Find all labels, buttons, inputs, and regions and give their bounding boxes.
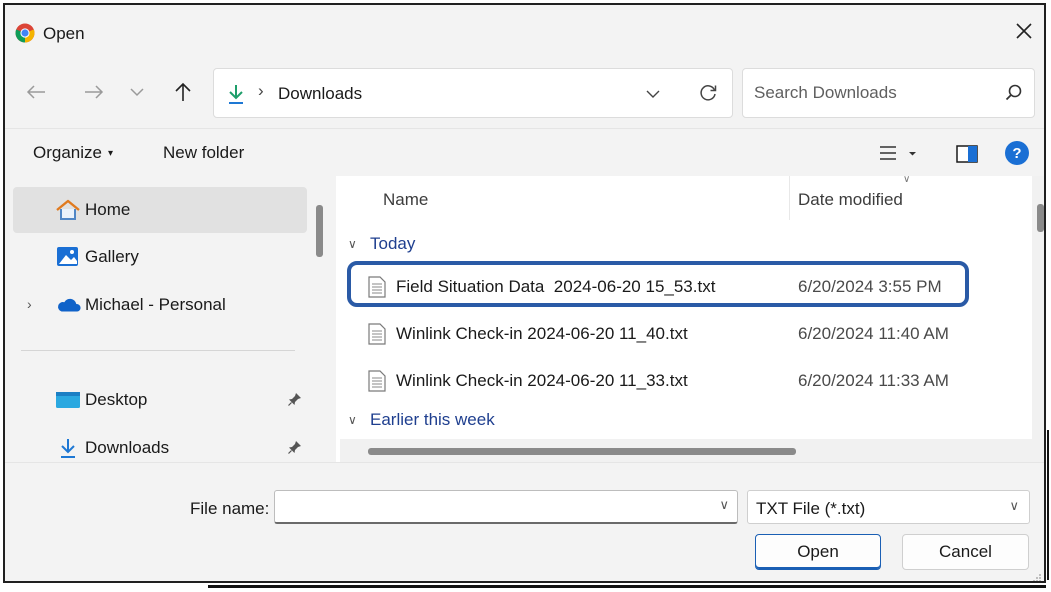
horizontal-scrollbar-thumb[interactable] (368, 448, 796, 455)
forward-button[interactable] (81, 79, 107, 105)
address-bar[interactable]: › Downloads (213, 68, 733, 118)
file-name: Winlink Check-in 2024-06-20 11_40.txt (396, 324, 688, 343)
horizontal-scrollbar[interactable] (340, 439, 1032, 462)
breadcrumb-downloads[interactable]: Downloads (278, 84, 362, 104)
arrow-left-icon (26, 85, 45, 99)
file-row[interactable]: Winlink Check-in 2024-06-20 11_40.txt 6/… (348, 311, 976, 355)
group-header-today[interactable]: ∨ Today (348, 234, 415, 254)
sidebar-item-label: Desktop (85, 390, 148, 409)
organize-label: Organize (33, 143, 102, 162)
vertical-scrollbar[interactable] (1032, 176, 1044, 462)
text-file-icon (368, 323, 386, 345)
breadcrumb-separator: › (258, 81, 264, 100)
list-view-icon (880, 146, 896, 160)
sort-indicator-icon: ∨ (903, 176, 911, 185)
preview-pane-icon (956, 145, 978, 163)
sidebar-item-label: Downloads (85, 438, 170, 457)
search-icon[interactable] (1004, 83, 1024, 103)
up-button[interactable] (170, 79, 196, 105)
onedrive-cloud-icon (55, 294, 81, 316)
recent-locations-button[interactable] (124, 79, 150, 105)
file-name-combobox: ∨ (274, 490, 738, 524)
pin-icon[interactable] (287, 391, 303, 407)
file-date-modified: 6/20/2024 11:40 AM (798, 324, 949, 343)
group-label: Earlier this week (370, 410, 495, 429)
sidebar-item-downloads[interactable]: Downloads (13, 425, 307, 462)
column-separator[interactable] (789, 176, 790, 220)
group-collapse-chevron-icon: ∨ (348, 237, 357, 251)
search-input[interactable] (744, 70, 984, 116)
organize-menu[interactable]: Organize ▾ (33, 143, 113, 163)
preview-pane-button[interactable] (955, 143, 979, 165)
download-icon (55, 437, 81, 459)
file-date-modified: 6/20/2024 11:33 AM (798, 371, 949, 390)
open-button[interactable]: Open (755, 534, 881, 570)
dialog-shadow-right (1047, 430, 1049, 580)
dialog-shadow-bottom (208, 585, 1046, 588)
chrome-app-icon (15, 23, 35, 43)
navigation-pane: Home Gallery › Michael - Personal Deskto… (5, 176, 331, 462)
file-type-select[interactable]: TXT File (*.txt) ∨ (747, 490, 1030, 524)
file-row[interactable]: Winlink Check-in 2024-06-20 11_33.txt 6/… (348, 358, 976, 402)
desktop-folder-icon (55, 389, 81, 411)
sidebar-divider (21, 350, 295, 351)
file-name-label: File name: (190, 499, 270, 518)
close-button[interactable] (1010, 17, 1038, 45)
file-name: Winlink Check-in 2024-06-20 11_33.txt (396, 371, 688, 390)
arrow-up-icon (175, 82, 191, 101)
sidebar-item-home[interactable]: Home (13, 187, 307, 233)
cancel-button[interactable]: Cancel (902, 534, 1029, 570)
help-button[interactable]: ? (1005, 141, 1029, 165)
file-type-value: TXT File (*.txt) (756, 499, 866, 518)
chevron-down-icon (646, 90, 660, 98)
chevron-down-icon: ∨ (1009, 498, 1019, 513)
sidebar-item-label: Home (85, 200, 131, 219)
caret-down-icon (909, 152, 916, 156)
address-history-dropdown[interactable] (642, 83, 664, 105)
resize-grip-icon[interactable] (1032, 573, 1042, 583)
help-icon: ? (1012, 144, 1022, 162)
back-button[interactable] (23, 79, 49, 105)
search-box (742, 68, 1035, 118)
view-options-button[interactable] (875, 141, 925, 165)
refresh-icon (700, 85, 717, 101)
dialog-footer: File name: ∨ TXT File (*.txt) ∨ Open Can… (5, 462, 1044, 583)
column-header-name[interactable]: Name (383, 176, 428, 222)
caret-down-icon: ▾ (107, 148, 114, 159)
text-file-icon (368, 276, 386, 298)
file-name-input[interactable] (277, 492, 697, 522)
file-row[interactable]: Field Situation Data 2024-06-20 15_53.tx… (348, 264, 976, 308)
sidebar-item-desktop[interactable]: Desktop (13, 377, 307, 423)
title-bar: Open (5, 5, 1044, 57)
group-label: Today (370, 234, 416, 253)
refresh-button[interactable] (696, 81, 720, 105)
home-icon (55, 199, 81, 221)
group-collapse-chevron-icon: ∨ (348, 413, 357, 427)
chevron-down-icon[interactable]: ∨ (719, 497, 729, 513)
file-name: Field Situation Data 2024-06-20 15_53.tx… (396, 277, 716, 296)
dialog-title: Open (43, 24, 85, 43)
navigation-bar: › Downloads (5, 61, 1044, 119)
download-icon (229, 85, 243, 104)
file-list: Name ∨ Date modified ∨ Today Field Situa… (336, 176, 1044, 462)
sidebar-scrollbar-thumb[interactable] (316, 205, 323, 257)
sidebar-item-gallery[interactable]: Gallery (13, 234, 307, 280)
sidebar-item-label: Gallery (85, 247, 139, 266)
chevron-down-icon (130, 88, 144, 97)
gallery-icon (55, 246, 81, 268)
group-header-earlier-this-week[interactable]: ∨ Earlier this week (348, 410, 495, 430)
file-date-modified: 6/20/2024 3:55 PM (798, 277, 942, 296)
close-icon (1016, 23, 1032, 39)
vertical-scrollbar-thumb[interactable] (1037, 204, 1044, 232)
command-toolbar: Organize ▾ New folder ? (5, 128, 1044, 172)
expand-chevron-icon[interactable]: › (27, 296, 32, 312)
new-folder-button[interactable]: New folder (163, 143, 244, 163)
column-header-date-modified[interactable]: Date modified (798, 176, 903, 222)
pin-icon[interactable] (287, 439, 303, 455)
text-file-icon (368, 370, 386, 392)
sidebar-item-label: Michael - Personal (85, 295, 226, 314)
arrow-right-icon (85, 85, 104, 99)
sidebar-item-onedrive[interactable]: › Michael - Personal (13, 282, 307, 328)
open-file-dialog: Open › Downloads Search Downloads Organi… (3, 3, 1046, 583)
